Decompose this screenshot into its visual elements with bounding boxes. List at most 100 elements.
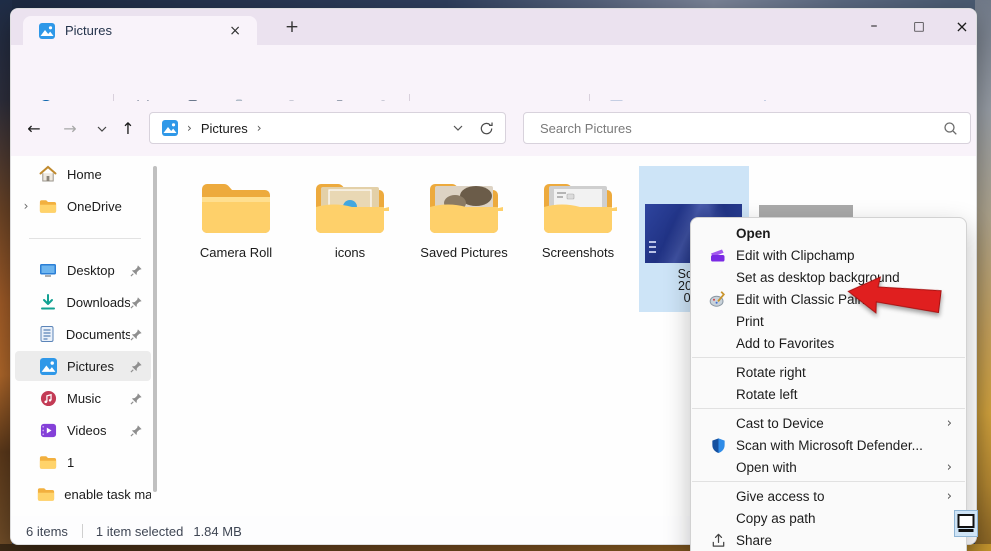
sidebar-item-label: Home — [67, 167, 102, 182]
onedrive-expander-icon[interactable]: › — [15, 199, 37, 213]
sidebar-item-pictures[interactable]: Pictures — [15, 351, 151, 381]
folder-saved-pictures[interactable]: Saved Pictures — [411, 165, 517, 287]
defender-icon — [699, 437, 729, 454]
sidebar-item-label: 1 — [67, 455, 74, 470]
sidebar-item-home[interactable]: Home — [15, 159, 151, 189]
status-divider — [82, 524, 83, 538]
maximize-button[interactable]: □ — [897, 9, 941, 43]
tab-pictures[interactable]: Pictures × — [23, 16, 257, 45]
folder-label: icons — [335, 245, 365, 260]
menu-item-rotate-left[interactable]: Rotate left — [691, 383, 966, 405]
pin-icon — [130, 424, 143, 437]
menu-item-copy-as-path[interactable]: Copy as path — [691, 507, 966, 529]
pictures-icon — [39, 23, 55, 39]
folder-icon — [539, 177, 617, 239]
sidebar-item-downloads[interactable]: Downloads — [15, 287, 151, 317]
menu-item-edit-with-clipchamp[interactable]: Edit with Clipchamp — [691, 244, 966, 266]
refresh-button[interactable] — [479, 121, 494, 136]
up-button[interactable]: ↑ — [113, 101, 143, 156]
sidebar-item-label: Music — [67, 391, 101, 406]
back-button[interactable]: ← — [19, 101, 49, 156]
tab-close-icon[interactable]: × — [229, 23, 241, 39]
address-breadcrumb-bar[interactable]: › Pictures › — [149, 112, 506, 144]
breadcrumb-pictures[interactable]: Pictures — [201, 121, 248, 136]
search-input[interactable] — [538, 120, 943, 137]
forward-button[interactable]: → — [55, 101, 85, 156]
toolbar: New ↑↓ — [11, 45, 977, 102]
new-tab-button[interactable]: + — [279, 14, 305, 40]
sidebar-item-label: Downloads — [66, 295, 130, 310]
pin-icon — [130, 360, 143, 373]
wallpaper-right — [975, 0, 991, 551]
address-dropdown-button[interactable] — [453, 125, 463, 131]
menu-item-open-with[interactable]: Open with › — [691, 456, 966, 478]
videos-icon — [37, 422, 59, 439]
sidebar-item-enable-task[interactable]: enable task mar — [15, 479, 151, 509]
sidebar-item-1[interactable]: 1 — [15, 447, 151, 477]
sidebar-item-label: OneDrive — [67, 199, 122, 214]
menu-item-share[interactable]: Share — [691, 529, 966, 551]
menu-item-rotate-right[interactable]: Rotate right — [691, 361, 966, 383]
menu-item-give-access-to[interactable]: Give access to › — [691, 485, 966, 507]
pictures-icon — [162, 120, 178, 136]
desktop-icon — [37, 261, 59, 279]
folder-screenshots[interactable]: Screenshots — [525, 165, 631, 287]
menu-separator — [692, 481, 965, 482]
context-menu: Open Edit with Clipchamp Set as desktop … — [690, 217, 967, 551]
pin-icon — [130, 296, 143, 309]
sidebar-item-label: Documents — [66, 327, 130, 342]
search-icon — [943, 121, 958, 136]
sidebar-item-label: enable task mar — [64, 487, 151, 502]
folder-label: Camera Roll — [200, 245, 272, 260]
submenu-chevron-icon: › — [947, 416, 952, 431]
sidebar-item-music[interactable]: Music — [15, 383, 151, 413]
folder-icon — [37, 199, 59, 214]
submenu-chevron-icon: › — [947, 489, 952, 504]
tab-bar: Pictures × + – □ × — [11, 9, 977, 45]
menu-separator — [692, 408, 965, 409]
menu-item-open[interactable]: Open — [691, 222, 966, 244]
folder-icon — [36, 487, 57, 502]
sidebar-scrollbar[interactable] — [153, 166, 157, 492]
folder-camera-roll[interactable]: Camera Roll — [183, 165, 289, 287]
screen-icon-button[interactable] — [954, 510, 978, 537]
address-bar-row: ← → ↑ › Pictures › — [11, 101, 977, 157]
sidebar-item-onedrive[interactable]: › OneDrive — [15, 191, 151, 221]
sidebar-divider — [29, 238, 141, 239]
folder-icons[interactable]: icons — [297, 165, 403, 287]
pin-icon — [130, 328, 143, 341]
search-box — [523, 112, 971, 144]
sidebar-item-documents[interactable]: Documents — [15, 319, 151, 349]
crumb-separator: › — [257, 121, 262, 135]
menu-item-add-to-favorites[interactable]: Add to Favorites — [691, 332, 966, 354]
folder-icon — [425, 177, 503, 239]
selection-size: 1.84 MB — [193, 524, 241, 539]
menu-item-cast-to-device[interactable]: Cast to Device › — [691, 412, 966, 434]
minimize-button[interactable]: – — [852, 9, 896, 43]
menu-item-scan-with-defender[interactable]: Scan with Microsoft Defender... — [691, 434, 966, 456]
items-count: 6 items — [26, 524, 68, 539]
folder-icon — [197, 177, 275, 239]
sidebar-item-videos[interactable]: Videos — [15, 415, 151, 445]
folder-label: Screenshots — [542, 245, 614, 260]
crumb-separator: › — [187, 121, 192, 135]
downloads-icon — [37, 293, 59, 311]
documents-icon — [36, 325, 57, 343]
folder-label: Saved Pictures — [420, 245, 507, 260]
sidebar-item-label: Pictures — [67, 359, 114, 374]
music-icon — [37, 390, 59, 407]
tab-label: Pictures — [65, 23, 112, 38]
pin-icon — [130, 264, 143, 277]
sidebar-item-label: Videos — [67, 423, 107, 438]
sidebar-item-desktop[interactable]: Desktop — [15, 255, 151, 285]
selection-count: 1 item selected — [96, 524, 183, 539]
classic-paint-icon — [699, 290, 729, 308]
sidebar-item-label: Desktop — [67, 263, 115, 278]
share-icon — [699, 532, 729, 549]
folder-icon — [37, 455, 59, 470]
clipchamp-icon — [699, 246, 729, 264]
desktop: Pictures × + – □ × New — [0, 0, 991, 551]
pictures-icon — [37, 358, 59, 375]
close-button[interactable]: × — [940, 9, 977, 43]
menu-separator — [692, 357, 965, 358]
